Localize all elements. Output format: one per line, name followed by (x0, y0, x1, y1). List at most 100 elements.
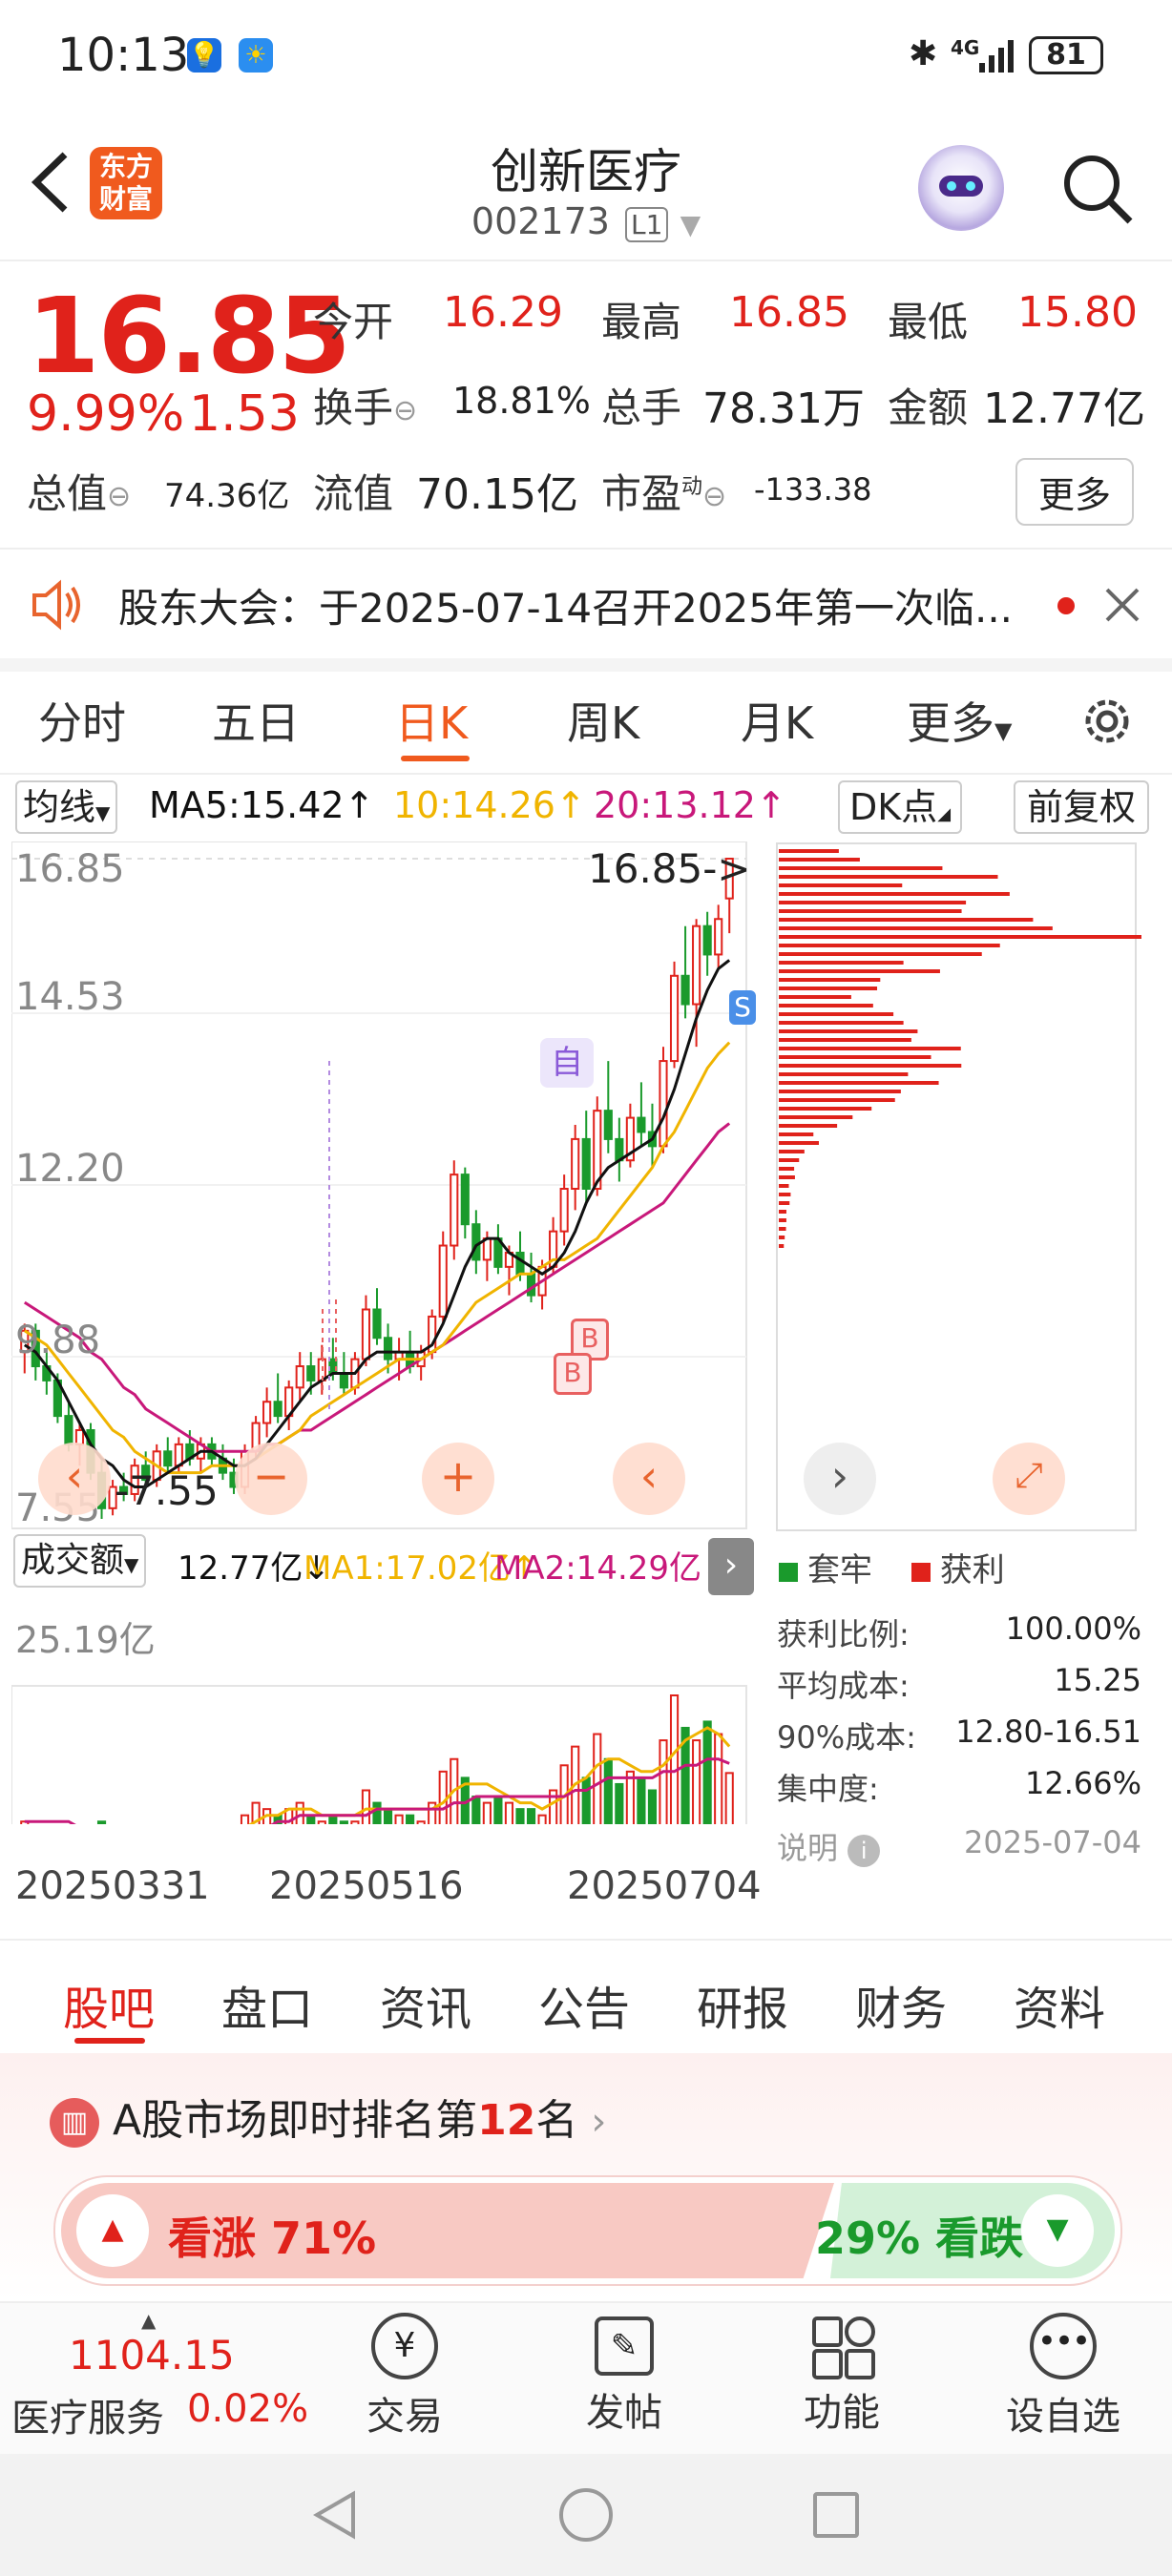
vol-max-label: 25.19亿 (15, 1619, 156, 1661)
chip-next-button[interactable]: › (804, 1443, 876, 1515)
sell-marker[interactable]: S (729, 990, 756, 1025)
candle-body (603, 1110, 613, 1140)
zoom-out-button[interactable]: − (235, 1443, 307, 1515)
search-icon[interactable] (1059, 151, 1136, 227)
rank-row[interactable]: ▥ A股市场即时排名第12名 › (50, 2086, 606, 2148)
buy-marker[interactable]: B (554, 1353, 592, 1395)
chip-bar (779, 849, 839, 853)
scroll-left-button[interactable]: ‹ (613, 1443, 685, 1515)
chip-bar (779, 926, 1053, 930)
chip-bar (779, 1047, 961, 1050)
bearish-arrow-icon: ▼ (1021, 2194, 1094, 2267)
low-annotation: -7.55 (115, 1467, 219, 1514)
index-name[interactable]: 医疗服务 (11, 2387, 164, 2442)
chip-bar (779, 1081, 939, 1085)
tab-profile[interactable]: 资料 (1014, 1971, 1105, 2038)
function-label: 功能 (804, 2391, 880, 2435)
notice-text: 股东大会：于2025-07-14召开2025年第一次临... (118, 585, 1014, 632)
chip-bar (779, 909, 962, 913)
tab-more[interactable]: 更多▼ (907, 689, 1012, 752)
tab-5day[interactable]: 五日 (212, 689, 300, 752)
volume-bar (416, 1820, 426, 1824)
function-button[interactable]: 功能 (775, 2313, 909, 2437)
chip-bar (779, 1132, 814, 1136)
candle-body (669, 974, 680, 1063)
chip-help-link[interactable]: 说明 i (777, 1824, 881, 1868)
close-icon[interactable] (1103, 586, 1141, 624)
candle-body (659, 1060, 668, 1148)
chip-bar (779, 1012, 894, 1016)
ma-select[interactable]: 均线▼ (15, 780, 118, 834)
high-label: 最高 (601, 299, 682, 345)
candle-body (383, 1337, 393, 1361)
tab-monthly-k[interactable]: 月K (741, 689, 813, 752)
volume-bar (637, 1776, 646, 1824)
tab-weekly-k[interactable]: 周K (567, 689, 639, 752)
nav-home-icon[interactable] (559, 2488, 613, 2542)
caret-down-icon: ▼ (124, 1553, 139, 1576)
volume-bar (482, 1801, 492, 1824)
candle-body (372, 1308, 382, 1340)
high-annotation: 16.85-> (588, 845, 751, 892)
add-watchlist-button[interactable]: ••• 设自选 (996, 2313, 1130, 2441)
mktcap-label[interactable]: 总值⊖ (27, 462, 131, 520)
caret-down-icon: ▼ (680, 209, 701, 240)
nav-recents-icon[interactable] (813, 2492, 859, 2538)
tab-intraday[interactable]: 分时 (38, 689, 126, 752)
price-axis-label: 14.53 (15, 975, 125, 1019)
caret-down-icon: ▼ (994, 717, 1013, 744)
volume-bar (603, 1757, 613, 1824)
chip-distribution-chart[interactable] (775, 841, 1141, 1544)
bearish-label: 29% 看跌 (815, 2212, 1024, 2264)
chip-bar (779, 1150, 805, 1153)
bullish-arrow-icon: ▲ (76, 2194, 149, 2267)
tab-guba[interactable]: 股吧 (63, 1971, 155, 2038)
robot-avatar[interactable] (918, 145, 1004, 231)
tab-finance[interactable]: 财务 (855, 1971, 947, 2038)
post-button[interactable]: ✎ 发帖 (557, 2313, 691, 2437)
ma20-line (23, 1122, 731, 1453)
chip-expand-button[interactable]: ⤢ (993, 1443, 1065, 1515)
app-header: 东方 财富 创新医疗 002173 L1 ▼ (0, 114, 1172, 261)
dk-select[interactable]: DK点◢ (838, 780, 963, 834)
price-axis-label: 16.85 (15, 847, 125, 891)
more-button[interactable]: 更多 (1015, 458, 1135, 526)
candle-body (680, 974, 690, 1006)
turnover-label[interactable]: 换手⊖ (313, 376, 417, 434)
chip-stat-value: 100.00% (1005, 1610, 1141, 1647)
chip-bar (779, 875, 998, 879)
expand-panel-button[interactable]: › (708, 1538, 754, 1595)
tab-research[interactable]: 研报 (697, 1971, 788, 2038)
volume-bar (350, 1820, 360, 1824)
scroll-left-edge-button[interactable]: ‹ (38, 1443, 111, 1515)
volume-bar (702, 1720, 712, 1824)
notice-bar[interactable]: 股东大会：于2025-07-14召开2025年第一次临... (0, 551, 1172, 672)
volume-bar (581, 1776, 591, 1824)
settings-icon[interactable] (1077, 691, 1138, 752)
index-value[interactable]: 1104.15 (69, 2332, 235, 2379)
tab-pankou[interactable]: 盘口 (221, 1971, 313, 2038)
speaker-icon (29, 576, 86, 634)
candle-body (526, 1273, 536, 1297)
candle-body (692, 924, 701, 1006)
tab-daily-k[interactable]: 日K (395, 689, 468, 752)
legend-profit: 获利 (939, 1551, 1005, 1589)
volume-bar (625, 1770, 635, 1824)
volume-bar (504, 1801, 514, 1824)
zoom-in-button[interactable]: + (422, 1443, 494, 1515)
nav-back-icon[interactable] (309, 2488, 363, 2542)
candle-body (273, 1401, 283, 1418)
ma5-line (23, 959, 731, 1488)
vol-select[interactable]: 成交额▼ (13, 1534, 147, 1588)
tab-announcements[interactable]: 公告 (538, 1971, 630, 2038)
pe-label[interactable]: 市盈动⊖ (601, 462, 726, 520)
chip-bar (779, 1124, 838, 1128)
info-icon: i (848, 1835, 881, 1867)
post-label: 发帖 (586, 2391, 662, 2435)
adjust-select[interactable]: 前复权 (1014, 780, 1150, 834)
chip-bar (779, 952, 982, 956)
amount-value: 12.77亿 (983, 384, 1145, 433)
tab-news[interactable]: 资讯 (380, 1971, 471, 2038)
zi-marker[interactable]: 自 (540, 1038, 594, 1088)
trade-button[interactable]: ¥ 交易 (338, 2313, 471, 2441)
